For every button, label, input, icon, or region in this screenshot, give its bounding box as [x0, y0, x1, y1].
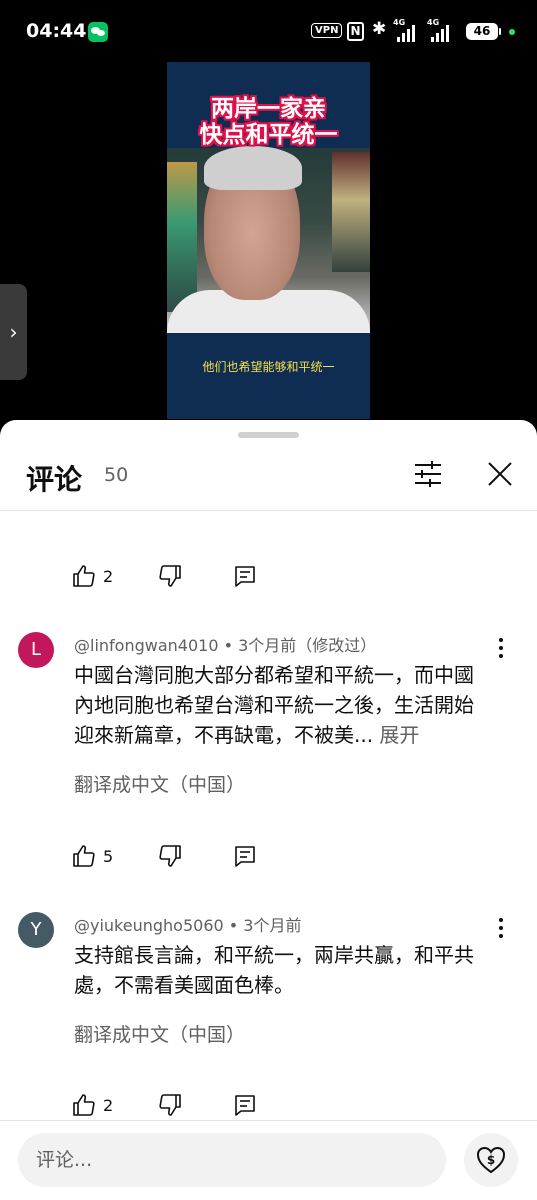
comment-author-meta[interactable]: @yiukeungho5060 • 3个月前 [74, 912, 301, 936]
reply-icon[interactable] [233, 1093, 257, 1117]
super-thanks-button[interactable]: $ [464, 1133, 518, 1187]
video-player[interactable]: 两岸一家亲 快点和平统一 他们也希望能够和平统一 [0, 62, 537, 428]
comment-text: 支持館長言論，和平統一，兩岸共贏，和平共處，不需看美國面色棒。 [74, 943, 474, 997]
translate-link[interactable]: 翻译成中文（中国） [74, 1020, 245, 1047]
like-count: 2 [103, 567, 114, 586]
comment-actions: 5 [72, 842, 272, 872]
bluetooth-icon: ✱ [372, 19, 387, 39]
privacy-indicator-dot [509, 29, 515, 35]
reply-icon[interactable] [233, 564, 257, 588]
video-caption-title: 两岸一家亲 快点和平统一 [199, 96, 338, 148]
dislike-icon[interactable] [158, 1093, 182, 1117]
comment-actions: 2 [72, 1091, 272, 1121]
comment-input-bar: $ [0, 1120, 537, 1200]
battery-icon: 46 [466, 23, 501, 40]
signal-icon-2: 4G [427, 18, 449, 42]
sort-filter-icon[interactable] [413, 460, 443, 488]
vpn-icon: VPN [311, 23, 343, 38]
nfc-icon: N [347, 22, 364, 41]
dislike-icon[interactable] [158, 564, 182, 588]
wechat-notification-icon [88, 22, 108, 42]
expand-link[interactable]: 展开 [373, 723, 419, 747]
avatar[interactable]: L [18, 632, 54, 668]
side-panel-expand-button[interactable]: › [0, 284, 27, 380]
status-bar: 04:44 VPN N ✱ 4G 4G 46 [0, 0, 537, 62]
dislike-icon[interactable] [158, 844, 182, 868]
drag-handle[interactable] [238, 432, 299, 438]
heart-dollar-icon: $ [476, 1146, 506, 1174]
more-options-icon[interactable] [492, 916, 510, 940]
avatar[interactable]: Y [18, 912, 54, 948]
signal-icon-1: 4G [393, 18, 415, 42]
like-count: 2 [103, 1096, 114, 1115]
comment-input[interactable] [18, 1133, 446, 1187]
translate-link[interactable]: 翻译成中文（中国） [74, 770, 245, 797]
comment-author-meta[interactable]: @linfongwan4010 • 3个月前（修改过） [74, 632, 376, 656]
like-icon[interactable] [72, 564, 96, 588]
neon-sign-left [167, 162, 197, 312]
comments-title: 评论 [26, 463, 83, 496]
comments-count: 50 [104, 464, 129, 486]
close-icon[interactable] [486, 460, 514, 488]
like-icon[interactable] [72, 1093, 96, 1117]
more-options-icon[interactable] [492, 636, 510, 660]
like-count: 5 [103, 847, 114, 866]
video-person-hair [204, 146, 302, 190]
neon-sign-right [332, 152, 370, 272]
svg-text:$: $ [487, 1153, 495, 1167]
like-icon[interactable] [72, 844, 96, 868]
divider [0, 510, 537, 511]
status-time: 04:44 [26, 20, 87, 42]
comment-text: 中國台灣同胞大部分都希望和平統一，而中國內地同胞也希望台灣和平統一之後，生活開始… [74, 663, 474, 747]
comments-panel: 评论 50 2 L @linfongwan4010 • 3个月前（修改过） 中國… [0, 420, 537, 1200]
reply-icon[interactable] [233, 844, 257, 868]
video-frame[interactable]: 两岸一家亲 快点和平统一 他们也希望能够和平统一 [167, 62, 370, 419]
video-subtitle: 他们也希望能够和平统一 [202, 360, 335, 374]
comment-actions: 2 [72, 562, 272, 592]
